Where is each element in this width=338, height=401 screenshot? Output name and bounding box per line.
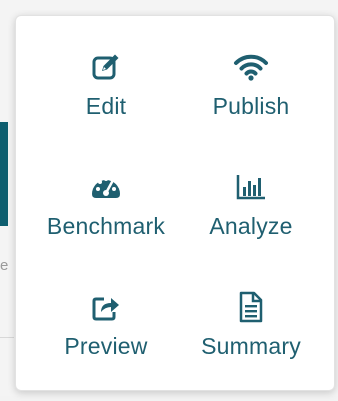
analyze-button[interactable]: Analyze: [176, 171, 326, 281]
benchmark-button[interactable]: Benchmark: [31, 171, 181, 281]
action-menu-popover: Edit Publish Benchmark Analyze Preview S…: [15, 15, 335, 391]
edit-button[interactable]: Edit: [31, 51, 181, 161]
preview-label: Preview: [64, 333, 148, 359]
wifi-icon: [231, 51, 271, 83]
edit-label: Edit: [85, 93, 127, 119]
background-accent-bar: [0, 122, 8, 226]
summary-label: Summary: [201, 333, 301, 359]
document-icon: [231, 291, 271, 323]
share-icon: [86, 291, 126, 323]
background-partial-text: e: [0, 257, 9, 274]
preview-button[interactable]: Preview: [31, 291, 181, 401]
analyze-label: Analyze: [209, 213, 293, 239]
edit-icon: [86, 51, 126, 83]
background-divider: [0, 337, 14, 338]
publish-label: Publish: [212, 93, 290, 119]
gauge-icon: [86, 171, 126, 203]
publish-button[interactable]: Publish: [176, 51, 326, 161]
summary-button[interactable]: Summary: [176, 291, 326, 401]
bar-chart-icon: [231, 171, 271, 203]
benchmark-label: Benchmark: [46, 213, 166, 239]
